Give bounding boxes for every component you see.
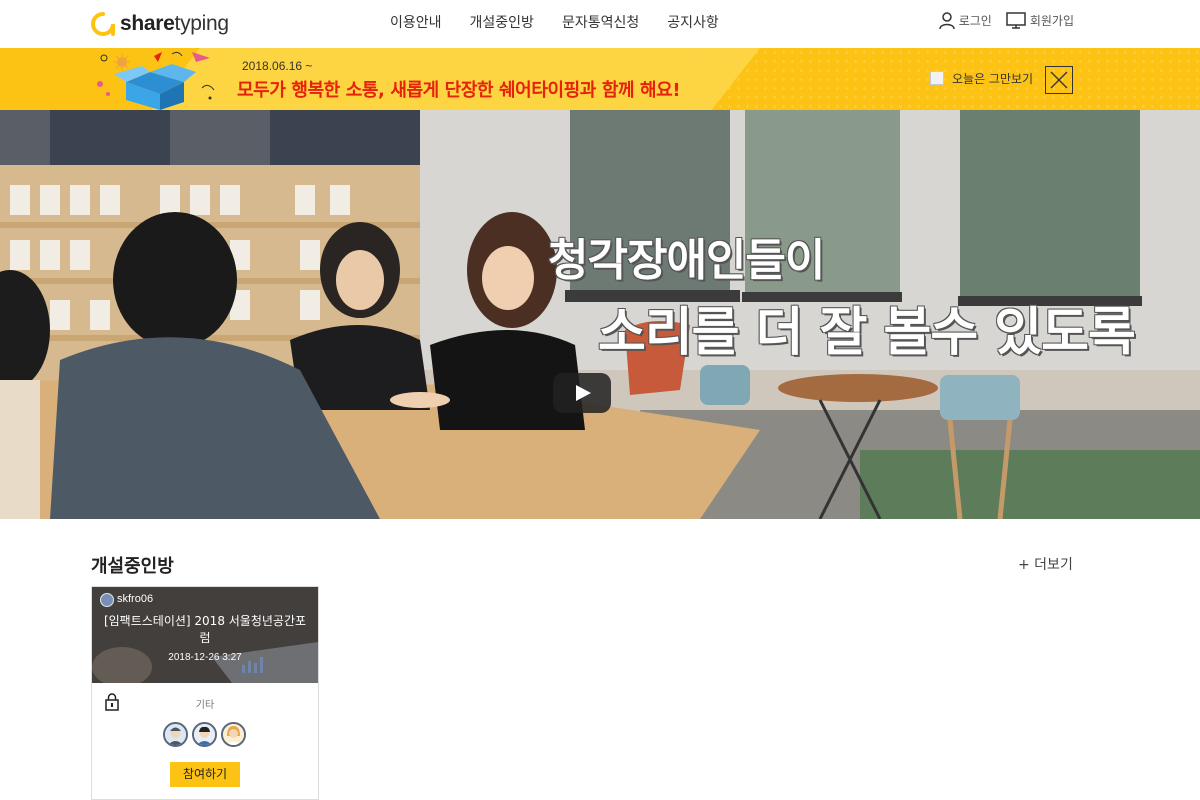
signup-link[interactable]: 회원가입 xyxy=(1006,12,1074,29)
video-caption-line2: 소리를 더 잘 볼수 있도록 xyxy=(598,303,1136,363)
monitor-icon xyxy=(1006,12,1026,29)
hide-today-label[interactable]: 오늘은 그만보기 xyxy=(952,70,1033,87)
participant-avatar-2 xyxy=(192,722,217,747)
promo-banner: 2018.06.16 ~ 모두가 행복한 소통, 새롭게 단장한 쉐어타이핑과 … xyxy=(0,48,1200,110)
logo[interactable]: sharetyping xyxy=(90,10,229,38)
room-date: 2018-12-26 3:27 xyxy=(168,652,242,663)
site-header: sharetyping 이용안내 개설중인방 문자통역신청 공지사항 로그인 회… xyxy=(0,0,1200,48)
login-label: 로그인 xyxy=(958,14,992,28)
hero-video[interactable]: 청각장애인들이 소리를 더 잘 볼수 있도록 xyxy=(0,110,1200,519)
logo-icon xyxy=(91,12,115,36)
participant-avatars xyxy=(163,722,246,747)
main-nav: 이용안내 개설중인방 문자통역신청 공지사항 xyxy=(376,12,733,34)
logo-text: sharetyping xyxy=(120,12,229,35)
hide-today-checkbox[interactable] xyxy=(930,71,944,85)
participant-avatar-1 xyxy=(163,722,188,747)
user-icon xyxy=(938,12,955,29)
nav-item-notice[interactable]: 공지사항 xyxy=(653,12,733,34)
play-button[interactable] xyxy=(553,373,611,413)
room-thumbnail: skfro06 [임팩트스테이션] 2018 서울청년공간포럼 2018-12-… xyxy=(92,587,318,683)
section-title: 개설중인방 xyxy=(91,556,174,577)
room-card[interactable]: skfro06 [임팩트스테이션] 2018 서울청년공간포럼 2018-12-… xyxy=(91,586,319,800)
room-category: 기타 xyxy=(195,700,215,711)
gift-box-icon xyxy=(97,51,215,110)
room-title: [임팩트스테이션] 2018 서울청년공간포럼 xyxy=(103,614,307,645)
auth-links: 로그인 회원가입 xyxy=(938,12,1074,29)
join-button[interactable]: 참여하기 xyxy=(170,762,240,787)
participant-avatar-3 xyxy=(221,722,246,747)
signup-label: 회원가입 xyxy=(1029,14,1074,28)
close-icon xyxy=(1050,71,1068,89)
owner-avatar-icon xyxy=(100,593,114,607)
login-link[interactable]: 로그인 xyxy=(938,12,992,29)
banner-close-button[interactable] xyxy=(1045,66,1073,94)
banner-date: 2018.06.16 ~ xyxy=(242,59,313,73)
more-link[interactable]: + 더보기 xyxy=(1018,554,1073,574)
nav-item-interpretation-request[interactable]: 문자통역신청 xyxy=(548,12,653,34)
nav-item-guide[interactable]: 이용안내 xyxy=(376,12,456,34)
banner-title: 모두가 행복한 소통, 새롭게 단장한 쉐어타이핑과 함께 해요! xyxy=(237,80,681,101)
nav-item-open-rooms[interactable]: 개설중인방 xyxy=(456,12,548,34)
video-caption-line1: 청각장애인들이 xyxy=(548,235,825,286)
room-owner: skfro06 xyxy=(117,593,154,605)
